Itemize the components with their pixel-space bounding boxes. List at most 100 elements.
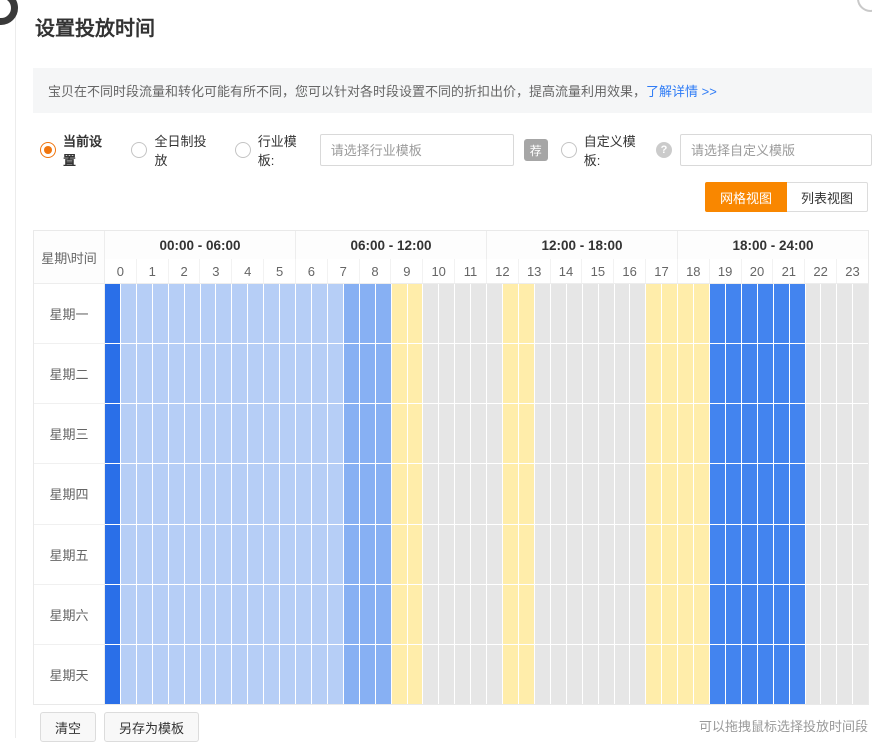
time-slot-cell[interactable] xyxy=(392,404,407,463)
time-slot-cell[interactable] xyxy=(280,585,295,644)
time-slot-cell[interactable] xyxy=(296,585,311,644)
time-slot-cell[interactable] xyxy=(376,585,391,644)
time-slot-cell[interactable] xyxy=(201,645,216,704)
time-slot-cell[interactable] xyxy=(551,585,566,644)
time-slot-cell[interactable] xyxy=(296,344,311,403)
time-slot-cell[interactable] xyxy=(694,645,709,704)
time-slot-cell[interactable] xyxy=(662,284,677,343)
time-slot-cell[interactable] xyxy=(455,464,470,523)
radio-unselected-icon[interactable] xyxy=(235,142,251,158)
time-slot-cell[interactable] xyxy=(726,404,741,463)
time-slot-cell[interactable] xyxy=(726,645,741,704)
time-slot-cell[interactable] xyxy=(567,344,582,403)
time-slot-cell[interactable] xyxy=(519,525,534,584)
time-slot-cell[interactable] xyxy=(710,585,725,644)
custom-template-input[interactable] xyxy=(680,134,872,166)
time-slot-cell[interactable] xyxy=(312,284,327,343)
time-slot-cell[interactable] xyxy=(535,585,550,644)
time-slot-cell[interactable] xyxy=(599,284,614,343)
time-slot-cell[interactable] xyxy=(615,344,630,403)
time-slot-cell[interactable] xyxy=(710,464,725,523)
time-slot-cell[interactable] xyxy=(615,525,630,584)
time-slot-cell[interactable] xyxy=(806,404,821,463)
time-slot-cell[interactable] xyxy=(726,525,741,584)
time-slot-cell[interactable] xyxy=(487,585,502,644)
industry-template-input[interactable] xyxy=(320,134,514,166)
time-slot-cell[interactable] xyxy=(615,284,630,343)
time-slot-cell[interactable] xyxy=(853,284,868,343)
time-slot-cell[interactable] xyxy=(662,585,677,644)
time-slot-cell[interactable] xyxy=(408,284,423,343)
time-slot-cell[interactable] xyxy=(248,404,263,463)
time-slot-cell[interactable] xyxy=(376,525,391,584)
time-slot-cell[interactable] xyxy=(630,525,645,584)
time-slot-cell[interactable] xyxy=(439,284,454,343)
time-slot-cell[interactable] xyxy=(790,284,805,343)
radio-selected-icon[interactable] xyxy=(40,142,56,158)
time-slot-cell[interactable] xyxy=(694,344,709,403)
time-slot-cell[interactable] xyxy=(439,525,454,584)
time-slot-cell[interactable] xyxy=(806,284,821,343)
time-slot-cell[interactable] xyxy=(153,404,168,463)
time-slot-cell[interactable] xyxy=(837,585,852,644)
time-slot-cell[interactable] xyxy=(551,284,566,343)
time-slot-cell[interactable] xyxy=(742,404,757,463)
time-slot-cell[interactable] xyxy=(551,404,566,463)
time-slot-cell[interactable] xyxy=(853,464,868,523)
time-slot-cell[interactable] xyxy=(535,344,550,403)
time-slot-cell[interactable] xyxy=(821,464,836,523)
time-slot-cell[interactable] xyxy=(408,344,423,403)
time-slot-cell[interactable] xyxy=(567,464,582,523)
time-slot-cell[interactable] xyxy=(344,344,359,403)
time-slot-cell[interactable] xyxy=(376,645,391,704)
time-slot-cell[interactable] xyxy=(710,525,725,584)
time-slot-cell[interactable] xyxy=(837,284,852,343)
time-slot-cell[interactable] xyxy=(583,525,598,584)
time-slot-cell[interactable] xyxy=(455,404,470,463)
time-slot-cell[interactable] xyxy=(296,464,311,523)
time-slot-cell[interactable] xyxy=(408,464,423,523)
time-slot-cell[interactable] xyxy=(201,284,216,343)
time-slot-cell[interactable] xyxy=(503,344,518,403)
time-slot-cell[interactable] xyxy=(376,344,391,403)
time-slot-cell[interactable] xyxy=(423,344,438,403)
time-slot-cell[interactable] xyxy=(185,464,200,523)
time-slot-cell[interactable] xyxy=(694,525,709,584)
time-slot-cell[interactable] xyxy=(455,525,470,584)
time-slot-cell[interactable] xyxy=(503,585,518,644)
time-slot-cell[interactable] xyxy=(248,464,263,523)
time-slot-cell[interactable] xyxy=(567,525,582,584)
time-slot-cell[interactable] xyxy=(153,585,168,644)
time-slot-cell[interactable] xyxy=(121,585,136,644)
grid-view-button[interactable]: 网格视图 xyxy=(705,182,787,212)
time-slot-cell[interactable] xyxy=(583,404,598,463)
time-slot-cell[interactable] xyxy=(344,464,359,523)
radio-current-settings[interactable]: 当前设置 xyxy=(40,131,113,169)
time-slot-cell[interactable] xyxy=(487,525,502,584)
time-slot-cell[interactable] xyxy=(216,404,231,463)
time-slot-cell[interactable] xyxy=(408,585,423,644)
time-slot-cell[interactable] xyxy=(678,585,693,644)
time-slot-cell[interactable] xyxy=(758,344,773,403)
time-slot-cell[interactable] xyxy=(535,464,550,523)
time-slot-cell[interactable] xyxy=(487,464,502,523)
time-slot-cell[interactable] xyxy=(790,525,805,584)
time-slot-cell[interactable] xyxy=(551,645,566,704)
time-slot-cell[interactable] xyxy=(248,645,263,704)
time-slot-cell[interactable] xyxy=(503,464,518,523)
time-slot-cell[interactable] xyxy=(726,585,741,644)
time-slot-cell[interactable] xyxy=(360,344,375,403)
time-slot-cell[interactable] xyxy=(185,525,200,584)
time-slot-cell[interactable] xyxy=(662,344,677,403)
time-slot-cell[interactable] xyxy=(821,344,836,403)
time-slot-cell[interactable] xyxy=(694,464,709,523)
time-slot-cell[interactable] xyxy=(153,344,168,403)
time-slot-cell[interactable] xyxy=(280,464,295,523)
time-slot-cell[interactable] xyxy=(503,404,518,463)
time-slot-cell[interactable] xyxy=(423,525,438,584)
time-slot-cell[interactable] xyxy=(169,404,184,463)
time-slot-cell[interactable] xyxy=(169,585,184,644)
time-slot-cell[interactable] xyxy=(535,404,550,463)
time-slot-cell[interactable] xyxy=(137,464,152,523)
time-slot-cell[interactable] xyxy=(344,284,359,343)
